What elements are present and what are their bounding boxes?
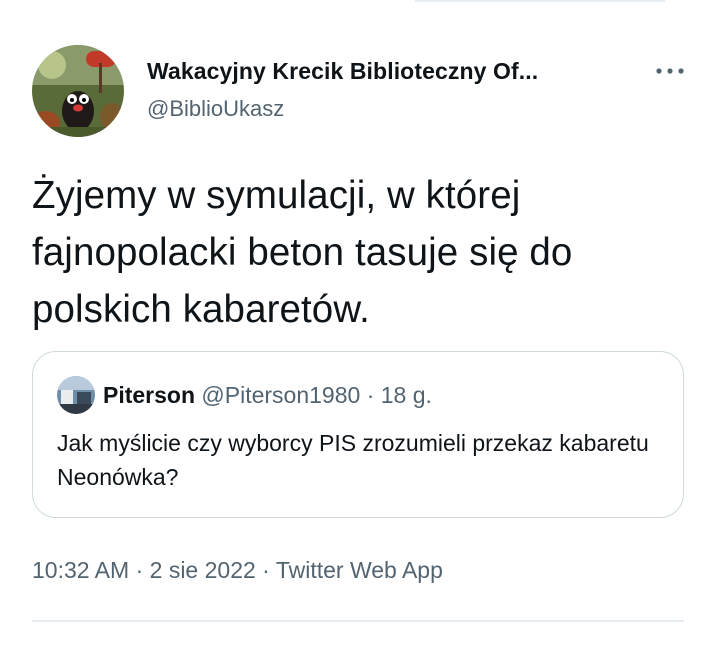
quoted-author-name[interactable]: Piterson: [103, 382, 195, 408]
more-horizontal-icon: [656, 68, 684, 74]
tweet-text: Żyjemy w symulacji, w której fajnopolack…: [32, 174, 573, 331]
bottom-divider: [32, 620, 684, 622]
quoted-tweet-header: Piterson @Piterson1980 · 18 g.: [103, 378, 432, 412]
author-avatar[interactable]: [32, 45, 124, 137]
tweet-source[interactable]: Twitter Web App: [276, 557, 443, 583]
separator-dot: ·: [135, 557, 144, 583]
tweet-time[interactable]: 10:32 AM: [32, 557, 129, 583]
quoted-author-avatar[interactable]: [57, 376, 95, 414]
top-divider: [415, 0, 665, 2]
quoted-tweet-text: Jak myślicie czy wyborcy PIS zrozumieli …: [57, 430, 649, 490]
quoted-tweet-meta: @Piterson1980 · 18 g.: [201, 382, 432, 408]
author-name[interactable]: Wakacyjny Krecik Biblioteczny Of...: [147, 55, 538, 87]
tweet-timestamp-row: 10:32 AM · 2 sie 2022 · Twitter Web App: [32, 553, 443, 587]
separator-dot: ·: [262, 557, 270, 583]
author-handle[interactable]: @BiblioUkasz: [147, 94, 284, 124]
quoted-tweet-card[interactable]: Piterson @Piterson1980 · 18 g. Jak myśli…: [32, 351, 684, 518]
quoted-avatar-image: [57, 376, 95, 414]
avatar-image: [32, 45, 124, 137]
tweet-date[interactable]: 2 sie 2022: [150, 557, 256, 583]
more-options-button[interactable]: [650, 56, 690, 86]
